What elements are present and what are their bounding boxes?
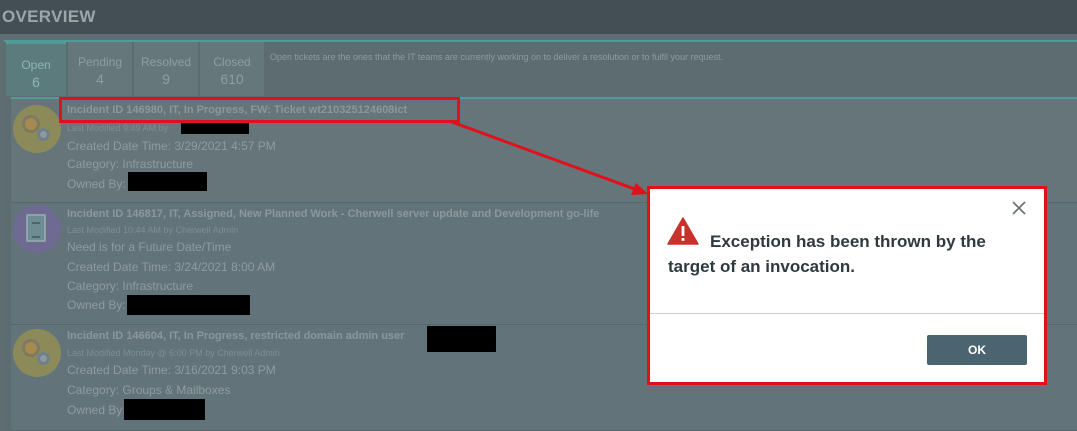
page-title: OVERVIEW [2, 7, 96, 26]
tab-closed[interactable]: Closed 610 [200, 42, 264, 96]
ticket-modified: Last Modified 10:44 AM by Cherwell Admin [67, 225, 239, 235]
tab-open[interactable]: Open 6 [6, 42, 66, 96]
gear-icon [37, 352, 50, 365]
tab-resolved-label: Resolved [140, 55, 192, 69]
highlight-box [59, 97, 460, 123]
tab-pending-label: Pending [77, 55, 123, 69]
ticket-category: Category: Infrastructure [67, 279, 194, 293]
error-dialog: Exception has been thrown by the target … [647, 186, 1047, 385]
ticket-modified: Last Modified Monday @ 6:00 PM by Cherwe… [67, 348, 280, 358]
tab-pending[interactable]: Pending 4 [68, 42, 132, 96]
ticket-category: Category: Groups & Mailboxes [67, 383, 231, 397]
ticket-owner: Owned By: [67, 298, 126, 312]
document-icon [26, 214, 46, 242]
tab-open-count: 6 [32, 74, 40, 90]
tab-pending-count: 4 [96, 71, 104, 87]
ticket-title[interactable]: Incident ID 146817, IT, Assigned, New Pl… [67, 208, 599, 220]
incident-avatar [13, 329, 61, 377]
incident-avatar [13, 105, 61, 153]
gear-icon [37, 128, 50, 141]
redacted-owner [124, 399, 205, 420]
close-icon[interactable] [1010, 199, 1028, 217]
ok-button[interactable]: OK [927, 335, 1027, 365]
ticket-created: Created Date Time: 3/24/2021 8:00 AM [67, 260, 276, 274]
tab-closed-count: 610 [220, 71, 244, 87]
ticket-owner: Owned By: [67, 403, 126, 417]
ticket-owner: Owned By: [67, 177, 126, 191]
ticket-category: Category: Infrastructure [67, 157, 194, 171]
redacted-user [427, 326, 496, 352]
redacted-owner [127, 295, 250, 315]
tab-description: Open tickets are the ones that the IT te… [270, 52, 724, 62]
incident-avatar [13, 205, 61, 253]
ticket-created: Created Date Time: 3/29/2021 4:57 PM [67, 139, 276, 153]
ticket-title[interactable]: Incident ID 146604, IT, In Progress, res… [67, 330, 404, 342]
tab-closed-label: Closed [213, 55, 251, 69]
tab-resolved[interactable]: Resolved 9 [134, 42, 198, 96]
top-bar: OVERVIEW [0, 0, 1077, 34]
redacted-owner [128, 172, 207, 191]
dialog-divider [650, 313, 1044, 314]
ticket-modified: Last Modified 9:49 AM by [67, 123, 169, 133]
ticket-note: Need is for a Future Date/Time [67, 240, 232, 254]
dialog-message: Exception has been thrown by the target … [668, 232, 986, 276]
tab-open-label: Open [21, 58, 51, 72]
tab-resolved-count: 9 [162, 71, 170, 87]
ticket-created: Created Date Time: 3/16/2021 9:03 PM [67, 363, 276, 377]
